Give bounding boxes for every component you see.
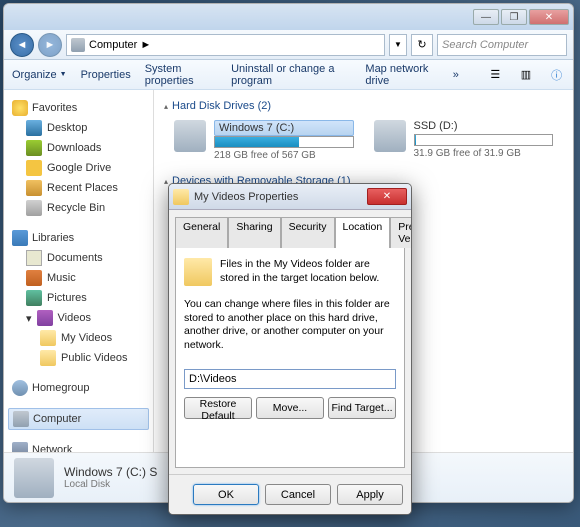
documents-icon	[26, 250, 42, 266]
folder-icon	[40, 330, 56, 346]
find-target-button[interactable]: Find Target...	[328, 397, 396, 419]
sidebar-item-myvideos[interactable]: My Videos	[22, 328, 149, 348]
view-icon[interactable]: ☰	[487, 66, 504, 84]
properties-button[interactable]: Properties	[81, 69, 131, 81]
sidebar-item-desktop[interactable]: Desktop	[8, 118, 149, 138]
restore-default-button[interactable]: Restore Default	[184, 397, 252, 419]
music-icon	[26, 270, 42, 286]
hdd-section-header[interactable]: ▴Hard Disk Drives (2)	[164, 96, 563, 116]
googledrive-icon	[26, 160, 42, 176]
drive-c-name: Windows 7 (C:)	[214, 120, 354, 136]
recyclebin-icon	[26, 200, 42, 216]
homegroup-header[interactable]: Homegroup	[8, 378, 149, 398]
videos-icon	[37, 310, 53, 326]
toolbar: Organize▼ Properties System properties U…	[4, 60, 573, 90]
cancel-button[interactable]: Cancel	[265, 484, 331, 505]
sidebar-item-googledrive[interactable]: Google Drive	[8, 158, 149, 178]
computer-icon	[71, 38, 85, 52]
expand-icon[interactable]: ▾	[26, 312, 32, 325]
sidebar-item-downloads[interactable]: Downloads	[8, 138, 149, 158]
sidebar: Favorites Desktop Downloads Google Drive…	[4, 90, 154, 452]
forward-button[interactable]: ►	[38, 33, 62, 57]
tab-general[interactable]: General	[175, 217, 228, 248]
drive-d[interactable]: SSD (D:) 31.9 GB free of 31.9 GB	[374, 120, 554, 161]
tab-previous-versions[interactable]: Previous Versions	[390, 217, 412, 248]
computer-header[interactable]: Computer	[8, 408, 149, 430]
breadcrumb-dropdown[interactable]: ▼	[389, 34, 407, 56]
move-button[interactable]: Move...	[256, 397, 324, 419]
drive-d-name: SSD (D:)	[414, 120, 554, 134]
uninstall-button[interactable]: Uninstall or change a program	[231, 63, 351, 87]
preview-pane-icon[interactable]: ▥	[518, 66, 535, 84]
toolbar-more[interactable]: »	[453, 69, 459, 81]
pictures-icon	[26, 290, 42, 306]
tab-location[interactable]: Location	[335, 217, 391, 248]
drive-icon	[174, 120, 206, 152]
properties-dialog: My Videos Properties ✕ General Sharing S…	[168, 183, 412, 515]
downloads-icon	[26, 140, 42, 156]
drive-icon	[374, 120, 406, 152]
dialog-title: My Videos Properties	[194, 191, 362, 203]
recent-icon	[26, 180, 42, 196]
computer-icon	[13, 411, 29, 427]
drive-c[interactable]: Windows 7 (C:) 218 GB free of 567 GB	[174, 120, 354, 161]
sidebar-item-recent[interactable]: Recent Places	[8, 178, 149, 198]
breadcrumb-text: Computer ►	[89, 39, 151, 51]
location-path-input[interactable]	[184, 369, 396, 389]
organize-menu[interactable]: Organize▼	[12, 69, 67, 81]
minimize-button[interactable]: —	[473, 9, 499, 25]
back-button[interactable]: ◄	[10, 33, 34, 57]
star-icon	[12, 100, 28, 116]
help-icon[interactable]: ⓘ	[548, 66, 565, 84]
close-button[interactable]: ✕	[529, 9, 569, 25]
folder-icon	[173, 189, 189, 205]
drive-icon	[14, 458, 54, 498]
libraries-icon	[12, 230, 28, 246]
apply-button[interactable]: Apply	[337, 484, 403, 505]
drive-d-bar	[414, 134, 554, 146]
dialog-titlebar[interactable]: My Videos Properties ✕	[169, 184, 411, 210]
tab-security[interactable]: Security	[281, 217, 335, 248]
homegroup-icon	[12, 380, 28, 396]
location-desc1: Files in the My Videos folder are stored…	[220, 258, 396, 286]
search-input[interactable]: Search Computer	[437, 34, 567, 56]
sidebar-item-publicvideos[interactable]: Public Videos	[22, 348, 149, 368]
sidebar-item-pictures[interactable]: Pictures	[8, 288, 149, 308]
maximize-button[interactable]: ❐	[501, 9, 527, 25]
drive-c-free: 218 GB free of 567 GB	[214, 150, 354, 161]
desktop-icon	[26, 120, 42, 136]
detail-type: Local Disk	[64, 479, 157, 490]
sidebar-item-music[interactable]: Music	[8, 268, 149, 288]
favorites-header[interactable]: Favorites	[8, 98, 149, 118]
tab-body: Files in the My Videos folder are stored…	[175, 247, 405, 468]
sidebar-item-recyclebin[interactable]: Recycle Bin	[8, 198, 149, 218]
nav-bar: ◄ ► Computer ► ▼ ↻ Search Computer	[4, 30, 573, 60]
sidebar-item-documents[interactable]: Documents	[8, 248, 149, 268]
libraries-header[interactable]: Libraries	[8, 228, 149, 248]
drive-c-bar	[214, 136, 354, 148]
network-icon	[12, 442, 28, 452]
folder-icon	[40, 350, 56, 366]
map-drive-button[interactable]: Map network drive	[365, 63, 438, 87]
ok-button[interactable]: OK	[193, 484, 259, 505]
breadcrumb[interactable]: Computer ►	[66, 34, 385, 56]
detail-name: Windows 7 (C:) S	[64, 465, 157, 479]
refresh-button[interactable]: ↻	[411, 34, 433, 56]
dialog-close-button[interactable]: ✕	[367, 188, 407, 205]
dialog-button-row: OK Cancel Apply	[169, 474, 411, 514]
tab-sharing[interactable]: Sharing	[228, 217, 280, 248]
system-properties-button[interactable]: System properties	[145, 63, 217, 87]
dialog-tabs: General Sharing Security Location Previo…	[169, 210, 411, 247]
network-header[interactable]: Network	[8, 440, 149, 452]
drive-d-free: 31.9 GB free of 31.9 GB	[414, 148, 554, 159]
search-placeholder: Search Computer	[442, 39, 528, 51]
titlebar: — ❐ ✕	[4, 4, 573, 30]
sidebar-item-videos[interactable]: ▾Videos	[8, 308, 149, 328]
folder-icon	[184, 258, 212, 286]
location-desc2: You can change where files in this folde…	[184, 298, 396, 353]
